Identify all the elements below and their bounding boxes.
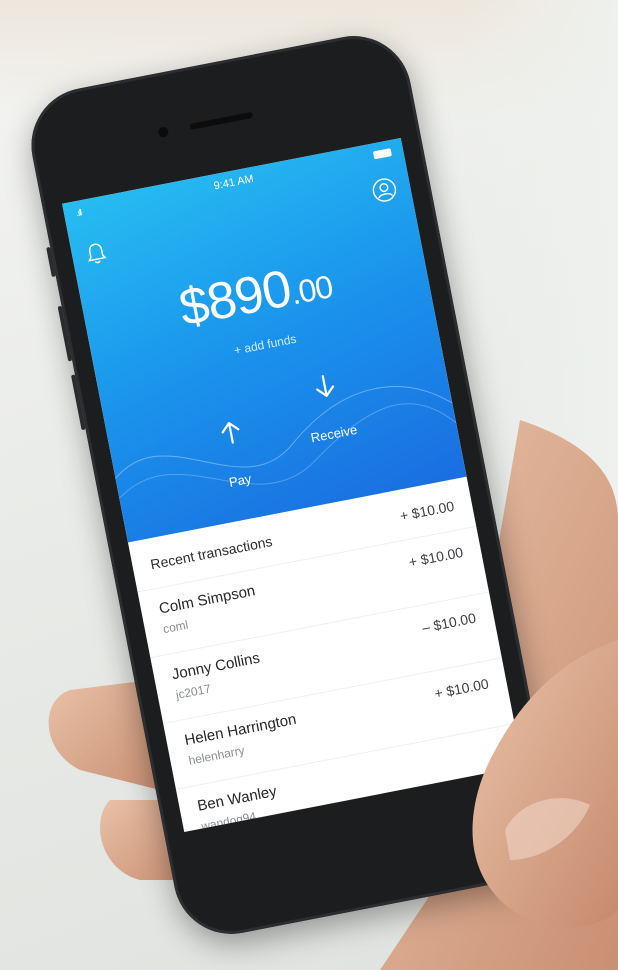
- transaction-amount: – $10.00: [420, 609, 478, 636]
- transactions-title: Recent transactions: [149, 533, 274, 573]
- phone-camera: [157, 126, 170, 139]
- transaction-name: Ben Wanley: [195, 782, 279, 815]
- phone-earpiece: [189, 111, 254, 130]
- bell-icon[interactable]: [84, 240, 108, 265]
- status-time: 9:41 AM: [212, 172, 255, 193]
- transaction-handle: jc2017: [174, 681, 213, 702]
- arrow-up-icon: [221, 421, 240, 444]
- balance-cents: .00: [287, 268, 336, 312]
- balance-dollars: $890: [174, 259, 296, 338]
- profile-icon[interactable]: [370, 176, 398, 204]
- status-bar: .ıll 9:41 AM: [62, 138, 405, 227]
- transaction-amount: + $10.00: [433, 675, 490, 702]
- transaction-name: Colm Simpson: [157, 582, 257, 618]
- transaction-amount: + $10.00: [407, 543, 465, 571]
- receive-label: Receive: [309, 421, 359, 446]
- transaction-handle: coml: [161, 617, 190, 637]
- receive-button[interactable]: Receive: [288, 367, 372, 459]
- arrow-down-icon: [316, 375, 335, 397]
- transaction-amount: + $10.00: [398, 497, 456, 524]
- transaction-name: Jonny Collins: [170, 649, 262, 684]
- balance-panel: .ıll 9:41 AM $890.00 + add funds Pay Rec…: [62, 137, 467, 543]
- transactions-list: Recent transactions + $10.00 Colm Simpso…: [127, 476, 523, 833]
- pay-label: Pay: [227, 470, 253, 490]
